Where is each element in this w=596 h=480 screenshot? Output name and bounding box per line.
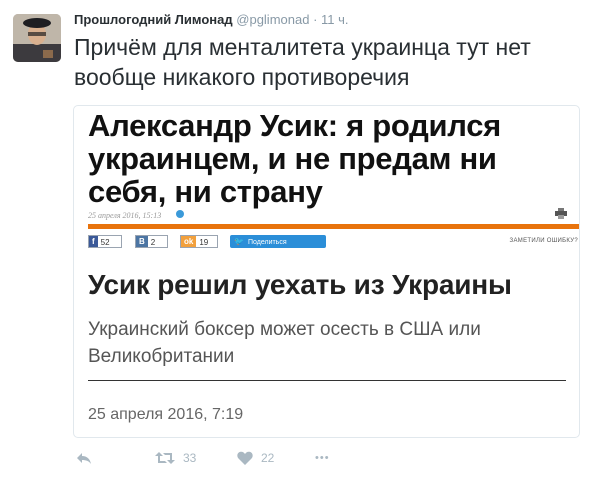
orange-divider <box>88 224 579 229</box>
avatar[interactable] <box>13 14 61 62</box>
retweet-icon <box>155 452 175 464</box>
top-headline: Александр Усик: я родился украинцем, и н… <box>88 108 501 209</box>
article-date: 25 апреля 2016, 7:19 <box>88 406 244 423</box>
top-date: 25 апреля 2016, 15:13 <box>88 211 162 220</box>
ok-icon: ok <box>181 236 197 247</box>
report-error-link[interactable]: ЗАМЕТИЛИ ОШИБКУ? <box>510 238 578 244</box>
print-icon[interactable] <box>555 208 567 219</box>
tweet-header: Прошлогодний Лимонад @pglimonad · 11 ч. <box>74 12 349 27</box>
author-name[interactable]: Прошлогодний Лимонад <box>74 12 233 27</box>
ok-share-button[interactable]: ok 19 <box>180 235 218 248</box>
vk-count: 2 <box>150 238 156 247</box>
more-icon[interactable]: ••• <box>315 447 330 469</box>
main-headline: Усик решил уехать из Украины <box>88 269 512 300</box>
media-card[interactable]: Александр Усик: я родился украинцем, и н… <box>73 105 580 438</box>
twitter-share-label: Поделиться <box>247 239 287 246</box>
like-count: 22 <box>261 451 275 465</box>
separator: · <box>313 12 318 27</box>
reply-icon <box>77 453 91 464</box>
heart-icon <box>237 451 253 465</box>
facebook-icon: f <box>89 236 98 247</box>
author-handle[interactable]: @pglimonad <box>236 12 309 27</box>
vk-icon: B <box>136 236 148 247</box>
retweet-count: 33 <box>183 451 197 465</box>
verified-dot-icon <box>176 210 184 218</box>
subtitle: Украинский боксер может осесть в США или… <box>88 319 481 367</box>
ok-count: 19 <box>199 238 209 247</box>
facebook-share-button[interactable]: f 52 <box>88 235 122 248</box>
like-button[interactable]: 22 <box>237 447 274 469</box>
share-bar: f 52 B2 ok 19 🐦 Поделиться ЗАМЕТИЛИ ОШИБКУ? <box>88 235 578 248</box>
vk-share-button[interactable]: B2 <box>135 235 168 248</box>
retweet-button[interactable]: 33 <box>155 447 196 469</box>
facebook-count: 52 <box>100 238 110 247</box>
reply-button[interactable] <box>76 447 92 469</box>
divider <box>88 380 566 381</box>
twitter-bird-icon: 🐦 <box>234 237 244 246</box>
tweet-time[interactable]: 11 ч. <box>321 12 349 27</box>
tweet-actions: 33 22 ••• <box>73 447 373 469</box>
twitter-share-button[interactable]: 🐦 Поделиться <box>230 235 326 248</box>
tweet-text: Причём для менталитета украинца тут нет … <box>74 34 531 90</box>
